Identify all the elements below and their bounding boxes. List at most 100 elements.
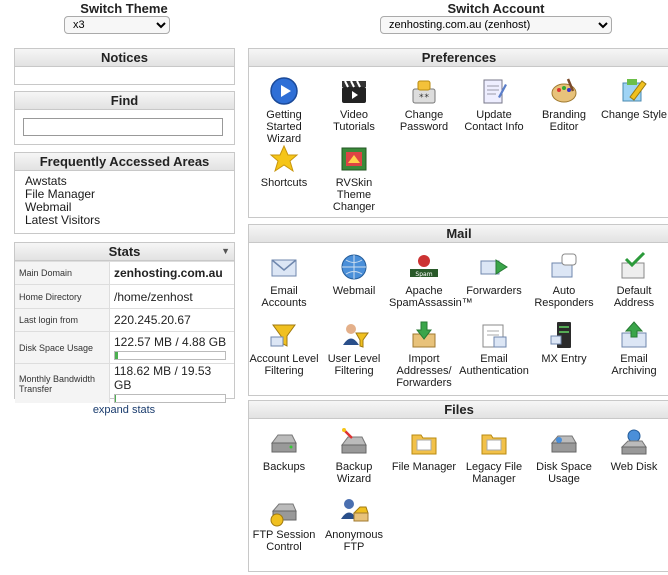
stats-value: 220.245.20.67 — [109, 308, 234, 332]
contact-icon — [459, 75, 529, 107]
mail-item-import-addresses-forwarders[interactable]: Import Addresses/ Forwarders — [389, 319, 459, 389]
item-label: FTP Session Control — [252, 529, 316, 553]
backup-wizard-icon — [319, 427, 389, 459]
find-input[interactable] — [23, 118, 223, 136]
stats-label: Home Directory — [15, 284, 110, 309]
mail-item-forwarders[interactable]: Forwarders — [459, 251, 529, 297]
frequent-title: Frequently Accessed Areas — [15, 153, 234, 171]
mail-item-email-accounts[interactable]: Email Accounts — [249, 251, 319, 309]
item-label: Video Tutorials — [333, 109, 375, 133]
item-label: Update Contact Info — [464, 109, 524, 133]
stats-value: 122.57 MB / 4.88 GB — [114, 335, 227, 349]
item-label: Import Addresses/ Forwarders — [396, 353, 452, 389]
forward-icon — [459, 251, 529, 283]
item-label: Auto Responders — [534, 285, 594, 309]
mail-item-default-address[interactable]: Default Address — [599, 251, 668, 309]
archive-icon — [599, 319, 668, 351]
stats-label: Main Domain — [15, 261, 110, 285]
item-label: Email Authentication — [459, 353, 529, 377]
files-panel: Files Backups Backup Wizard File Manager Le… — [248, 400, 668, 572]
files-item-disk-space-usage[interactable]: Disk Space Usage — [529, 427, 599, 485]
account-select[interactable]: zenhosting.com.au (zenhost) — [380, 16, 612, 34]
mail-item-auto-responders[interactable]: Auto Responders — [529, 251, 599, 309]
preferences-title: Preferences — [249, 49, 668, 67]
drive-icon — [249, 427, 319, 459]
find-title: Find — [15, 92, 234, 110]
item-label: Email Accounts — [261, 285, 307, 309]
files-item-file-manager[interactable]: File Manager — [389, 427, 459, 473]
stats-title: Stats — [108, 244, 141, 259]
anonymous-ftp-icon — [319, 495, 389, 527]
item-label: Account Level Filtering — [249, 353, 319, 377]
preferences-panel: Preferences Getting Started Wizard Video … — [248, 48, 668, 218]
palette-icon — [529, 75, 599, 107]
item-label: MX Entry — [541, 353, 587, 365]
disk-usage-icon — [529, 427, 599, 459]
mail-panel: Mail Email Accounts Webmail Spam Apache Spa… — [248, 224, 668, 396]
stats-value: 118.62 MB / 19.53 GB — [114, 364, 212, 392]
files-item-ftp-session-control[interactable]: FTP Session Control — [249, 495, 319, 553]
notices-title: Notices — [15, 49, 234, 67]
stats-row: Disk Space Usage 122.57 MB / 4.88 GB — [15, 331, 234, 364]
default-address-icon — [599, 251, 668, 283]
files-item-backups[interactable]: Backups — [249, 427, 319, 473]
preferences-item-rvskin-theme-changer[interactable]: RVSkin Theme Changer — [319, 143, 389, 213]
frequent-box: Frequently Accessed Areas Awstats File M… — [14, 152, 235, 234]
item-label: Forwarders — [466, 285, 522, 297]
svg-text:**: ** — [419, 93, 430, 103]
item-label: Anonymous FTP — [324, 529, 384, 553]
preferences-item-shortcuts[interactable]: Shortcuts — [249, 143, 319, 189]
stats-value: /home/zenhost — [109, 284, 234, 309]
item-label: Backup Wizard — [335, 461, 373, 485]
preferences-item-branding-editor[interactable]: Branding Editor — [529, 75, 599, 133]
files-item-backup-wizard[interactable]: Backup Wizard — [319, 427, 389, 485]
globe-mail-icon — [319, 251, 389, 283]
folder-icon — [459, 427, 529, 459]
bandwidth-bar-fill — [115, 395, 116, 402]
item-label: Shortcuts — [260, 177, 308, 189]
envelope-icon — [249, 251, 319, 283]
files-item-anonymous-ftp[interactable]: Anonymous FTP — [319, 495, 389, 553]
files-title: Files — [249, 401, 668, 419]
collapse-triangle-icon[interactable]: ▼ — [221, 243, 230, 260]
mail-item-user-level-filtering[interactable]: User Level Filtering — [319, 319, 389, 377]
mail-item-apache-spamassassin[interactable]: Spam Apache SpamAssassin™ — [389, 251, 473, 309]
mail-item-email-archiving[interactable]: Email Archiving — [599, 319, 668, 377]
clapperboard-icon — [319, 75, 389, 107]
preferences-item-change-style[interactable]: Change Style — [599, 75, 668, 121]
mail-item-account-level-filtering[interactable]: Account Level Filtering — [249, 319, 319, 377]
import-icon — [389, 319, 459, 351]
preferences-item-update-contact-info[interactable]: Update Contact Info — [459, 75, 529, 133]
switch-account-label: Switch Account — [447, 1, 545, 16]
item-label: Branding Editor — [541, 109, 587, 133]
item-label: Legacy File Manager — [465, 461, 523, 485]
item-label: Disk Space Usage — [536, 461, 592, 485]
mail-item-email-authentication[interactable]: Email Authentication — [459, 319, 529, 377]
files-item-web-disk[interactable]: Web Disk — [599, 427, 668, 473]
stats-table: Main Domain zenhosting.com.au Home Direc… — [15, 261, 234, 403]
frequent-link-latest-visitors[interactable]: Latest Visitors — [25, 214, 224, 227]
mail-title: Mail — [249, 225, 668, 243]
auth-icon — [459, 319, 529, 351]
item-label: Email Archiving — [611, 353, 657, 377]
play-icon — [249, 75, 319, 107]
svg-text:Spam: Spam — [415, 271, 432, 278]
preferences-item-getting-started-wizard[interactable]: Getting Started Wizard — [249, 75, 319, 145]
stats-label: Monthly Bandwidth Transfer — [15, 363, 110, 403]
item-label: User Level Filtering — [327, 353, 381, 377]
expand-stats-link[interactable]: expand stats — [14, 404, 234, 416]
password-icon: ** — [389, 75, 459, 107]
user-filter-icon — [319, 319, 389, 351]
item-label: RVSkin Theme Changer — [332, 177, 376, 213]
theme-select[interactable]: x3 — [64, 16, 170, 34]
preferences-item-video-tutorials[interactable]: Video Tutorials — [319, 75, 389, 133]
files-item-legacy-file-manager[interactable]: Legacy File Manager — [459, 427, 529, 485]
item-label: File Manager — [391, 461, 457, 473]
folder-icon — [389, 427, 459, 459]
preferences-item-change-password[interactable]: ** Change Password — [389, 75, 459, 133]
mail-item-webmail[interactable]: Webmail — [319, 251, 389, 297]
mail-item-mx-entry[interactable]: MX Entry — [529, 319, 599, 365]
server-icon — [529, 319, 599, 351]
item-label: Change Password — [399, 109, 449, 133]
stats-value: zenhosting.com.au — [109, 261, 234, 285]
